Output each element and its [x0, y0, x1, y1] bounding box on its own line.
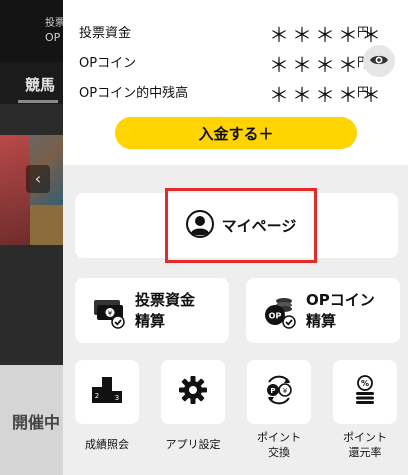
toggle-visibility-button[interactable]	[363, 45, 395, 77]
point-exchange-button[interactable]: P ¥	[247, 360, 311, 424]
op-coin-settle-button[interactable]: OP OPコイン 精算	[246, 278, 400, 343]
vote-funds-settle-button[interactable]: ¥ 投票資金 精算	[75, 278, 229, 343]
app-settings-button[interactable]	[161, 360, 225, 424]
balance-unit: 円	[357, 25, 370, 39]
results-label: 成績照会	[85, 438, 129, 451]
point-rate-icon: %	[353, 375, 377, 409]
app-settings-label: アプリ設定	[165, 438, 221, 451]
yen-bills-check-icon: ¥	[91, 294, 125, 329]
svg-text:OP: OP	[269, 311, 282, 320]
gear-icon	[178, 375, 208, 409]
section-heading: 開催中	[12, 413, 61, 432]
balance-row-op-coin-winnings: OPコイン的中残高 ＊＊＊＊＊ 円	[79, 82, 381, 107]
op-coin-settle-label: OPコイン 精算	[306, 290, 375, 330]
mypage-label: マイページ	[221, 217, 297, 235]
vote-funds-settle-label: 投票資金 精算	[135, 290, 196, 330]
balance-unit: 円	[357, 85, 370, 99]
deposit-button[interactable]: 入金する＋	[115, 117, 357, 149]
point-rate-button[interactable]: %	[333, 360, 397, 424]
mypage-card[interactable]: マイページ	[75, 188, 398, 263]
results-button[interactable]: 2 3	[75, 360, 139, 424]
svg-text:P: P	[270, 387, 275, 395]
balance-row-vote-funds: 投票資金 ＊＊＊＊＊ 円	[79, 22, 381, 47]
mypage-highlight[interactable]: マイページ	[165, 188, 317, 263]
svg-text:¥: ¥	[283, 387, 288, 395]
background-section: 開催中	[0, 365, 70, 475]
balance-label: 投票資金	[79, 26, 132, 41]
balance-label: OPコイン的中残高	[79, 86, 189, 101]
eye-icon	[369, 52, 389, 71]
background-header-line2: OP	[45, 31, 61, 44]
banner-prev-arrow[interactable]: ‹	[26, 165, 50, 193]
background-header-line1: 投票	[45, 18, 65, 29]
nav-underline	[18, 100, 58, 103]
menu-drawer: 投票資金 ＊＊＊＊＊ 円 OPコイン ＊＊＊＊＊ 円 OPコイン的中残高 ＊＊＊…	[63, 0, 408, 475]
balance-row-op-coin: OPコイン ＊＊＊＊＊ 円	[79, 52, 381, 77]
svg-text:%: %	[361, 379, 369, 388]
user-avatar-icon	[185, 209, 214, 242]
point-rate-label: ポイント 還元率	[343, 431, 387, 459]
svg-text:3: 3	[115, 394, 119, 402]
svg-text:2: 2	[95, 392, 99, 400]
background-nav-keiba[interactable]: 競馬	[25, 74, 55, 95]
balance-panel: 投票資金 ＊＊＊＊＊ 円 OPコイン ＊＊＊＊＊ 円 OPコイン的中残高 ＊＊＊…	[63, 0, 408, 165]
point-exchange-label: ポイント 交換	[257, 431, 301, 459]
balance-label: OPコイン	[79, 56, 137, 71]
point-exchange-icon: P ¥	[263, 375, 295, 409]
svg-text:¥: ¥	[108, 309, 113, 317]
op-coins-check-icon: OP	[262, 294, 296, 329]
podium-icon: 2 3	[91, 375, 123, 409]
